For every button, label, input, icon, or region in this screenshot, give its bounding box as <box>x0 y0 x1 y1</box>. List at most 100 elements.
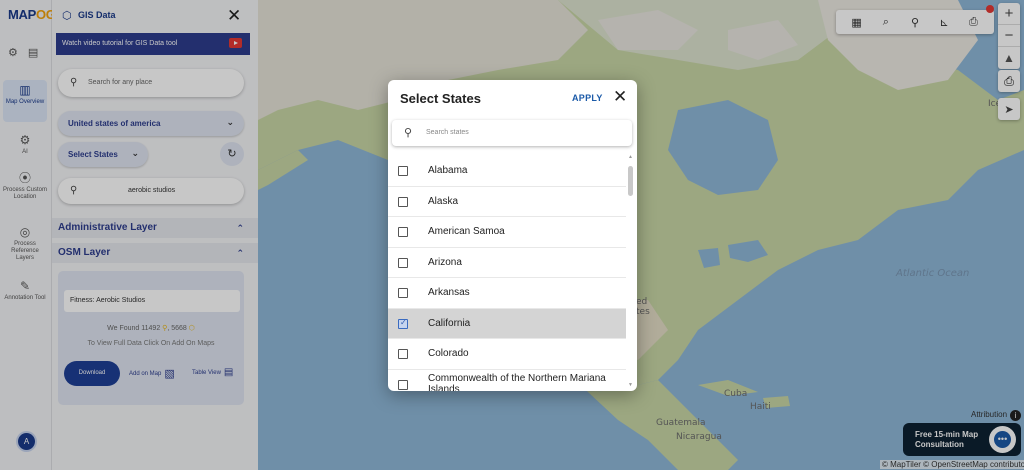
map-toolbar: ▦ ⌕ ⚲ ⊾ ⎙ <box>836 10 994 34</box>
state-option[interactable]: American Samoa <box>388 217 626 248</box>
states-label: Select States <box>68 150 118 159</box>
country-select[interactable]: United states of america ⌄ <box>58 111 244 136</box>
rail-item-map-overview[interactable]: ▥ Map Overview <box>3 80 47 122</box>
map-canvas[interactable]: Atlantic Ocean Cuba Haiti Guatemala Nica… <box>258 0 1024 470</box>
youtube-icon[interactable] <box>229 38 242 48</box>
state-option[interactable]: Colorado <box>388 339 626 370</box>
ai-icon: ⚙ <box>19 133 31 147</box>
map-label-atlantic: Atlantic Ocean <box>896 268 970 279</box>
table-view-button[interactable]: Table View ▤ <box>192 367 233 378</box>
measure-icon[interactable]: ⊾ <box>936 16 952 29</box>
state-option-selected[interactable]: California <box>388 308 626 339</box>
table-icon: ▤ <box>223 367 234 378</box>
map-label-cuba: Cuba <box>724 389 748 399</box>
state-option[interactable]: Alabama <box>388 156 626 187</box>
state-option[interactable]: Alaska <box>388 187 626 217</box>
zoom-out-button[interactable]: − <box>998 25 1020 47</box>
location-icon[interactable]: ⚲ <box>907 16 923 29</box>
state-checkbox[interactable] <box>398 166 408 176</box>
administrative-layer-section[interactable]: Administrative Layer ⌃ <box>52 218 258 238</box>
avatar[interactable]: A <box>18 433 35 450</box>
chevron-up-icon: ⌃ <box>236 248 244 258</box>
category-search-input[interactable]: ⚲ aerobic studios <box>58 178 244 204</box>
scroll-thumb[interactable] <box>628 166 633 196</box>
place-search-placeholder: Search for any place <box>88 79 153 86</box>
annotation-icon: ✎ <box>19 279 31 293</box>
chevron-down-icon: ⌄ <box>226 117 234 127</box>
close-modal-button[interactable]: ✕ <box>613 87 627 107</box>
search-icon[interactable]: ⌕ <box>878 16 894 29</box>
search-icon: ⚲ <box>404 127 413 139</box>
download-button[interactable]: Download <box>64 361 120 386</box>
found-summary: We Found 11492 ⚲, 5668 ⬡ <box>107 325 195 332</box>
compass-button[interactable]: ▲ <box>998 47 1020 69</box>
pin-icon: ⚲ <box>162 325 168 332</box>
layers-icon: ◎ <box>19 225 31 239</box>
state-option[interactable]: Arkansas <box>388 278 626 309</box>
map-label-haiti: Haiti <box>750 402 771 412</box>
map-add-icon: ▧ <box>164 368 175 380</box>
gis-icon: ⬡ <box>62 10 72 22</box>
chevron-up-icon: ⌃ <box>236 223 244 233</box>
rail-item-process-reference-layers[interactable]: ◎ Process Reference Layers <box>3 222 47 262</box>
tutorial-banner[interactable]: Watch video tutorial for GIS Data tool <box>56 33 250 55</box>
state-checkbox[interactable] <box>398 288 408 298</box>
logo: MAPOG <box>8 7 56 22</box>
country-value: United states of america <box>68 119 161 128</box>
osm-layer-section[interactable]: OSM Layer ⌃ <box>52 243 258 263</box>
gis-data-panel: ⬡ GIS Data ✕ Watch video tutorial for GI… <box>52 0 258 470</box>
refresh-button[interactable]: ↻ <box>220 142 244 166</box>
rail-item-ai[interactable]: ⚙ AI <box>3 130 47 156</box>
state-checkbox[interactable] <box>398 379 408 390</box>
map-icon: ▥ <box>19 83 31 97</box>
map-label-nicaragua: Nicaragua <box>676 432 722 442</box>
states-list: Alabama Alaska American Samoa Arizona Ar… <box>388 156 626 391</box>
search-icon: ⚲ <box>70 185 78 196</box>
add-on-map-button[interactable]: Add on Map ▧ <box>129 367 175 380</box>
state-checkbox[interactable] <box>398 227 408 237</box>
state-checkbox[interactable] <box>398 257 408 268</box>
zoom-in-button[interactable]: + <box>998 3 1020 25</box>
hint-text: To View Full Data Click On Add On Maps <box>87 340 215 347</box>
catalog-icon[interactable]: ▤ <box>28 46 38 59</box>
map-label-ed: ed <box>636 297 648 307</box>
states-search-input[interactable]: ⚲ Search states <box>392 120 632 146</box>
scroll-down-icon[interactable]: ▼ <box>628 382 633 388</box>
attribution-label[interactable]: Attribution <box>971 410 1007 419</box>
consultation-label: Free 15-min Map Consultation <box>915 429 979 449</box>
state-checkbox[interactable] <box>398 196 408 207</box>
left-rail: MAPOG › ⚙ ▤ ▥ Map Overview ⚙ AI ⦿ Proces… <box>0 0 56 470</box>
panel-title: GIS Data <box>78 10 116 20</box>
select-states-modal: Select States APPLY ✕ ⚲ Search states Al… <box>388 80 637 391</box>
state-option[interactable]: Commonwealth of the Northern Mariana Isl… <box>388 370 626 391</box>
states-select[interactable]: Select States ⌄ <box>58 142 148 167</box>
locate-button[interactable]: ➤ <box>998 98 1020 120</box>
apply-button[interactable]: APPLY <box>572 93 603 103</box>
chevron-down-icon: ⌄ <box>131 148 139 158</box>
result-title: Fitness: Aerobic Studios <box>64 290 240 312</box>
info-icon[interactable]: i <box>1010 410 1021 421</box>
modal-title: Select States <box>400 91 481 106</box>
result-card: Fitness: Aerobic Studios We Found 11492 … <box>58 271 244 405</box>
settings-icon[interactable]: ⚙ <box>8 46 18 59</box>
search-icon: ⚲ <box>70 77 78 88</box>
print-icon[interactable]: ⎙ <box>965 16 981 29</box>
states-search-placeholder: Search states <box>426 129 469 136</box>
basemap-icon[interactable]: ▦ <box>849 16 865 29</box>
map-label-tes: tes <box>636 307 650 317</box>
place-search-input[interactable]: ⚲ Search for any place <box>58 69 244 97</box>
close-panel-button[interactable]: ✕ <box>227 6 241 26</box>
scroll-up-icon[interactable]: ▲ <box>628 154 633 160</box>
states-scrollbar[interactable]: ▲ ▼ <box>627 154 635 388</box>
rail-item-process-custom-location[interactable]: ⦿ Process Custom Location <box>3 168 47 201</box>
polygon-icon: ⬡ <box>188 325 195 332</box>
state-option[interactable]: Arizona <box>388 248 626 278</box>
state-checkbox[interactable] <box>398 318 408 329</box>
map-print-button[interactable]: ⎙ <box>998 70 1020 92</box>
state-checkbox[interactable] <box>398 349 408 359</box>
tutorial-text: Watch video tutorial for GIS Data tool <box>62 40 178 47</box>
map-basemap <box>258 0 1024 470</box>
zoom-control: + − ▲ <box>998 3 1020 69</box>
rail-item-annotation-tool[interactable]: ✎ Annotation Tool <box>3 276 47 302</box>
chat-bubble-button[interactable]: ••• <box>989 426 1016 453</box>
